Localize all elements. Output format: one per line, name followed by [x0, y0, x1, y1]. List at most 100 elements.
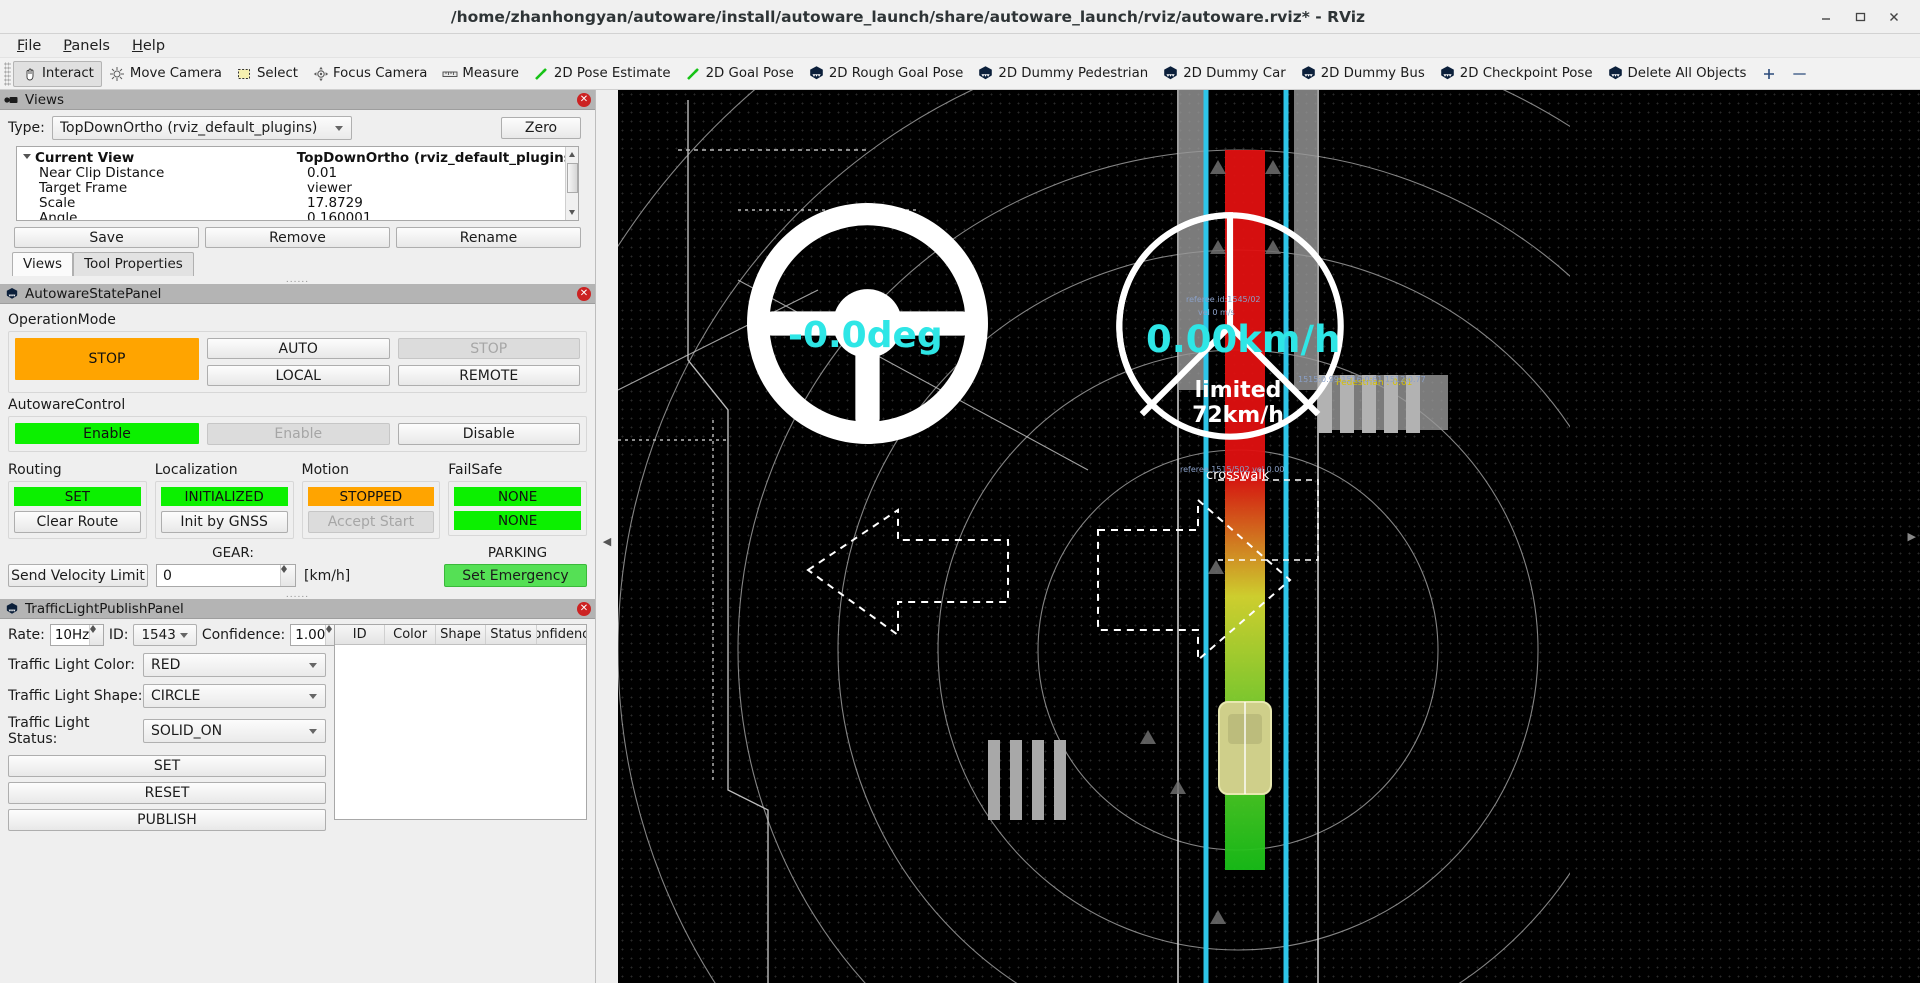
collapse-left-icon[interactable]: ◀	[603, 535, 611, 548]
traffic-light-shape-select[interactable]: CIRCLE	[143, 684, 326, 708]
properties-scrollbar[interactable]	[565, 147, 578, 220]
dock-splitter[interactable]: ◀	[596, 90, 618, 983]
window-titlebar: /home/zhanhongyan/autoware/install/autow…	[0, 0, 1920, 34]
operation-mode-stop-button[interactable]: STOP	[397, 338, 580, 359]
close-icon[interactable]: ✕	[577, 601, 591, 616]
tool-select[interactable]: Select	[229, 61, 305, 87]
tool-interact[interactable]: Interact	[13, 60, 102, 87]
column-header-status[interactable]: Status	[486, 625, 537, 644]
tool-2d-checkpoint-pose[interactable]: 2D Checkpoint Pose	[1432, 61, 1600, 87]
autoware-control-label: AutowareControl	[8, 397, 126, 413]
maximize-icon[interactable]	[1850, 7, 1870, 27]
traffic-light-color-select[interactable]: RED	[143, 653, 326, 677]
traffic-light-fields: Traffic Light Color: RED Traffic Light S…	[8, 653, 326, 747]
menu-file[interactable]: File	[8, 36, 50, 56]
send-velocity-limit-button[interactable]: Send Velocity Limit	[8, 564, 148, 587]
column-header-id[interactable]: ID	[335, 625, 386, 644]
add-tool-button[interactable]	[1753, 61, 1784, 87]
remove-button[interactable]: Remove	[205, 227, 390, 248]
view-properties-table[interactable]: Current View TopDownOrtho (rviz_default_…	[16, 146, 579, 221]
minimize-icon[interactable]	[1816, 7, 1836, 27]
operation-mode-local-button[interactable]: LOCAL	[207, 365, 390, 386]
table-row[interactable]: Angle 0.160001	[17, 210, 578, 221]
column-header-color[interactable]: Color	[385, 625, 436, 644]
scrollbar-thumb[interactable]	[567, 163, 578, 193]
tool-interact-label: Interact	[42, 66, 94, 81]
collapse-right-icon[interactable]: ▶	[1908, 530, 1916, 543]
scroll-down-icon[interactable]	[569, 210, 575, 215]
chevron-down-icon	[309, 728, 317, 734]
rename-button[interactable]: Rename	[396, 227, 581, 248]
table-row[interactable]: Scale 17.8729	[17, 195, 578, 211]
set-emergency-button[interactable]: Set Emergency	[444, 564, 587, 587]
velocity-unit-label: [km/h]	[304, 567, 351, 584]
view-type-select[interactable]: TopDownOrtho (rviz_default_plugins)	[51, 116, 352, 140]
chevron-down-icon	[309, 693, 317, 699]
failsafe-label: FailSafe	[448, 462, 503, 478]
tool-2d-dummy-pedestrian[interactable]: 2D Dummy Pedestrian	[970, 61, 1155, 87]
column-header-confidence[interactable]: onfidenc	[537, 625, 586, 644]
autoware-control-disable-button[interactable]: Disable	[397, 423, 580, 445]
remove-tool-button[interactable]	[1784, 61, 1815, 87]
dock-resize-handle[interactable]: ......	[8, 590, 587, 600]
object-annotation-2: 1515:0.99 1516:0.61 1512:0.77	[1298, 375, 1426, 384]
tool-focus-camera[interactable]: Focus Camera	[305, 61, 434, 87]
traffic-light-status-select[interactable]: SOLID_ON	[143, 719, 326, 743]
gear-parking-labels: GEAR: PARKING	[8, 545, 587, 561]
traffic-set-button[interactable]: SET	[8, 755, 326, 777]
traffic-panel-form: Rate: 10Hz ID: 1543 Confidence: 1.00 Tra…	[8, 624, 339, 831]
routing-label: Routing	[8, 462, 62, 478]
close-icon[interactable]	[1884, 7, 1904, 27]
scroll-up-icon[interactable]	[569, 152, 575, 157]
close-icon[interactable]: ✕	[577, 286, 591, 301]
toolbar-drag-handle[interactable]	[4, 61, 11, 86]
tool-2d-pose-estimate[interactable]: 2D Pose Estimate	[526, 61, 678, 87]
tool-focus-camera-label: Focus Camera	[333, 66, 428, 81]
autoware-control-enable-button[interactable]: Enable	[207, 423, 390, 445]
traffic-reset-button[interactable]: RESET	[8, 782, 326, 804]
tab-tool-properties[interactable]: Tool Properties	[73, 252, 194, 276]
traffic-publish-button[interactable]: PUBLISH	[8, 809, 326, 831]
tool-delete-all-objects[interactable]: Delete All Objects	[1600, 61, 1754, 87]
localization-group: Localization INITIALIZED Init by GNSS	[154, 458, 294, 539]
traffic-light-color-value: RED	[151, 657, 181, 673]
tool-measure[interactable]: Measure	[434, 61, 526, 87]
motion-status: STOPPED	[307, 487, 435, 506]
init-by-gnss-button[interactable]: Init by GNSS	[160, 511, 288, 533]
tool-2d-goal-pose[interactable]: 2D Goal Pose	[678, 61, 801, 87]
stepper-down-icon[interactable]	[90, 629, 103, 633]
operation-mode-remote-button[interactable]: REMOTE	[397, 365, 580, 386]
menu-panels[interactable]: Panels	[54, 36, 119, 56]
rviz-3d-viewport[interactable]: -0.0deg 0.00km/h limited 72km/h crosswal…	[618, 90, 1920, 983]
tool-2d-dummy-car[interactable]: 2D Dummy Car	[1155, 61, 1293, 87]
operation-mode-auto-button[interactable]: AUTO	[207, 338, 390, 359]
tool-2d-dummy-bus[interactable]: 2D Dummy Bus	[1293, 61, 1432, 87]
tab-views[interactable]: Views	[12, 252, 74, 276]
table-row[interactable]: Current View TopDownOrtho (rviz_default_…	[17, 150, 578, 166]
column-header-shape[interactable]: Shape	[436, 625, 487, 644]
expand-twisty-icon[interactable]	[23, 154, 31, 159]
tool-move-camera[interactable]: Move Camera	[102, 61, 229, 87]
rate-input[interactable]: 10Hz	[49, 624, 104, 646]
confidence-input[interactable]: 1.00	[290, 624, 339, 646]
table-row[interactable]: Near Clip Distance 0.01	[17, 165, 578, 181]
clear-route-button[interactable]: Clear Route	[14, 511, 141, 533]
traffic-light-table[interactable]: ID Color Shape Status onfidenc	[334, 624, 587, 820]
rate-stepper[interactable]	[89, 625, 103, 645]
tool-2d-pose-estimate-label: 2D Pose Estimate	[553, 66, 671, 81]
ego-vehicle	[1218, 701, 1272, 795]
table-row[interactable]: Target Frame viewer	[17, 180, 578, 196]
stepper-down-icon[interactable]	[281, 569, 295, 573]
zero-button[interactable]: Zero	[501, 117, 581, 139]
menu-help[interactable]: Help	[123, 36, 174, 56]
velocity-stepper[interactable]	[280, 565, 295, 586]
view-action-buttons: Save Remove Rename	[14, 227, 581, 248]
dock-resize-handle[interactable]: ......	[8, 275, 587, 285]
velocity-limit-input[interactable]: 0	[156, 564, 296, 587]
traffic-id-select[interactable]: 1543	[133, 624, 197, 646]
save-button[interactable]: Save	[14, 227, 199, 248]
traffic-light-status-value: SOLID_ON	[151, 723, 223, 739]
accept-start-button[interactable]: Accept Start	[307, 511, 435, 533]
tool-2d-rough-goal-pose[interactable]: 2D Rough Goal Pose	[801, 61, 971, 87]
close-icon[interactable]: ✕	[577, 92, 591, 107]
